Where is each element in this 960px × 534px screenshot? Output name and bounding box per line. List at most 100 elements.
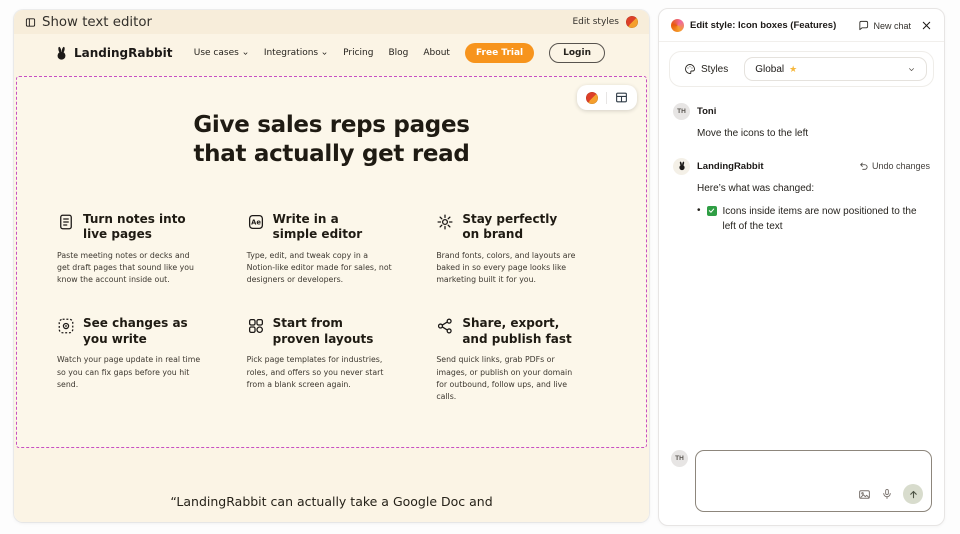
section-color-icon [586, 91, 598, 104]
microphone-icon [883, 488, 891, 499]
styles-label: Styles [701, 63, 729, 75]
chat-messages: TH Toni Move the icons to the left Landi… [659, 91, 944, 450]
feature-description: Watch your page update in real time so y… [57, 355, 201, 389]
hero-title-line2: that actually get read [193, 141, 470, 168]
image-icon [859, 489, 870, 499]
feature-description: Type, edit, and tweak copy in a Notion-l… [246, 251, 392, 285]
attach-image-button[interactable] [858, 488, 871, 501]
feature-description: Pick page templates for industries, role… [246, 355, 384, 389]
change-item-text: Icons inside items are now positioned to… [722, 206, 917, 232]
feature-description: Brand fonts, colors, and layouts are bak… [436, 251, 576, 285]
undo-changes-label: Undo changes [871, 161, 930, 171]
section-toolbar [577, 85, 637, 110]
feature-title: Start from proven layouts [272, 316, 374, 346]
hero-title-line1: Give sales reps pages [193, 112, 470, 138]
chevron-down-icon [321, 50, 328, 57]
feature-card: Share, export, and publish fast Send qui… [436, 316, 584, 403]
hero-title: Give sales reps pages that actually get … [17, 111, 646, 170]
edit-styles-button[interactable]: Edit styles [572, 17, 619, 27]
undo-changes-button[interactable]: Undo changes [859, 161, 930, 171]
svg-text:Ae: Ae [251, 219, 261, 227]
layouts-icon [247, 317, 265, 335]
style-brand-icon [671, 19, 684, 32]
editor-icon: Ae [247, 213, 265, 231]
site-logo[interactable]: LandingRabbit [54, 46, 173, 61]
nav-item-about[interactable]: About [423, 48, 450, 58]
feature-card: Start from proven layouts Pick page temp… [247, 316, 395, 403]
chat-input[interactable] [695, 450, 932, 512]
voice-input-button[interactable] [881, 488, 893, 500]
panel-header: Edit style: Icon boxes (Features) New ch… [659, 9, 944, 42]
site-logo-label: LandingRabbit [74, 46, 173, 60]
bullet-marker: • [697, 205, 701, 216]
toolbar-divider [606, 91, 607, 104]
feature-card: Turn notes into live pages Paste meeting… [57, 212, 205, 286]
feature-card: Ae Write in a simple editor Type, edit, … [247, 212, 395, 286]
chevron-down-icon [242, 50, 249, 57]
assistant-name: LandingRabbit [697, 160, 764, 172]
share-icon [436, 317, 454, 335]
feature-card: See changes as you write Watch your page… [57, 316, 205, 403]
selected-section-icon-boxes[interactable]: Give sales reps pages that actually get … [16, 76, 647, 448]
palette-icon [684, 63, 696, 75]
nav-item-blog[interactable]: Blog [388, 48, 408, 58]
feature-title: Stay perfectly on brand [462, 211, 558, 242]
chat-message-assistant: LandingRabbit Undo changes Here’s what w… [673, 157, 930, 235]
check-icon [706, 205, 717, 216]
new-chat-button[interactable]: New chat [858, 20, 911, 31]
nav-item-integrations[interactable]: Integrations [264, 48, 328, 58]
feature-description: Paste meeting notes or decks and get dra… [57, 251, 194, 285]
style-chat-panel: Edit style: Icon boxes (Features) New ch… [658, 8, 945, 526]
sidebar-toggle-icon [25, 17, 36, 28]
rabbit-logo-icon [678, 161, 685, 171]
free-trial-button[interactable]: Free Trial [464, 43, 535, 63]
user-avatar: TH [673, 103, 690, 120]
login-button[interactable]: Login [549, 43, 605, 63]
brand-icon [436, 213, 454, 231]
change-summary-intro: Here’s what was changed: [697, 182, 815, 194]
change-list-item: • Icons inside items are now positioned … [697, 204, 930, 234]
undo-icon [859, 161, 869, 171]
rabbit-logo-icon [54, 46, 69, 61]
user-name: Toni [697, 106, 717, 117]
site-nav: Use cases Integrations Pricing Blog Abou… [194, 43, 605, 63]
section-style-button[interactable] [586, 91, 598, 104]
close-panel-button[interactable] [921, 20, 932, 31]
chat-composer: TH [659, 450, 944, 525]
feature-title: Share, export, and publish fast [462, 316, 572, 346]
styles-button[interactable]: Styles [676, 58, 736, 80]
assistant-message: Here’s what was changed: • Icons inside … [697, 182, 930, 235]
star-icon: ★ [789, 63, 798, 74]
section-layout-button[interactable] [615, 91, 628, 104]
assistant-avatar [673, 157, 690, 175]
testimonial-quote: “LandingRabbit can actually take a Googl… [170, 494, 493, 509]
preview-icon [57, 317, 75, 335]
chat-bubble-icon [858, 20, 869, 31]
notes-icon [57, 213, 75, 231]
composer-actions [858, 484, 923, 504]
editor-canvas: Show text editor Edit styles LandingRabb… [14, 10, 649, 522]
show-text-editor-label: Show text editor [42, 14, 152, 30]
style-scope-select[interactable]: Global ★ [744, 57, 927, 81]
features-grid: Turn notes into live pages Paste meeting… [17, 212, 646, 403]
nav-item-use-cases[interactable]: Use cases [194, 48, 249, 58]
arrow-up-icon [909, 490, 917, 498]
feature-title: Turn notes into live pages [83, 211, 186, 242]
site-preview: LandingRabbit Use cases Integrations Pri… [14, 34, 649, 522]
feature-title: Write in a simple editor [272, 211, 363, 242]
feature-description: Send quick links, grab PDFs or images, o… [436, 355, 573, 401]
chat-message-user: TH Toni Move the icons to the left [673, 103, 930, 142]
nav-item-pricing[interactable]: Pricing [343, 48, 373, 58]
new-chat-label: New chat [873, 20, 911, 31]
show-text-editor-button[interactable]: Show text editor [25, 15, 152, 30]
editor-topbar: Show text editor Edit styles [14, 10, 649, 34]
scope-value: Global [755, 63, 785, 75]
theme-color-icon[interactable] [626, 16, 638, 28]
feature-card: Stay perfectly on brand Brand fonts, col… [436, 212, 584, 286]
user-avatar: TH [671, 450, 688, 467]
send-message-button[interactable] [903, 484, 923, 504]
site-header: LandingRabbit Use cases Integrations Pri… [14, 34, 649, 72]
panel-title: Edit style: Icon boxes (Features) [690, 20, 837, 31]
layout-grid-icon [616, 92, 627, 103]
chevron-down-icon [907, 65, 916, 74]
